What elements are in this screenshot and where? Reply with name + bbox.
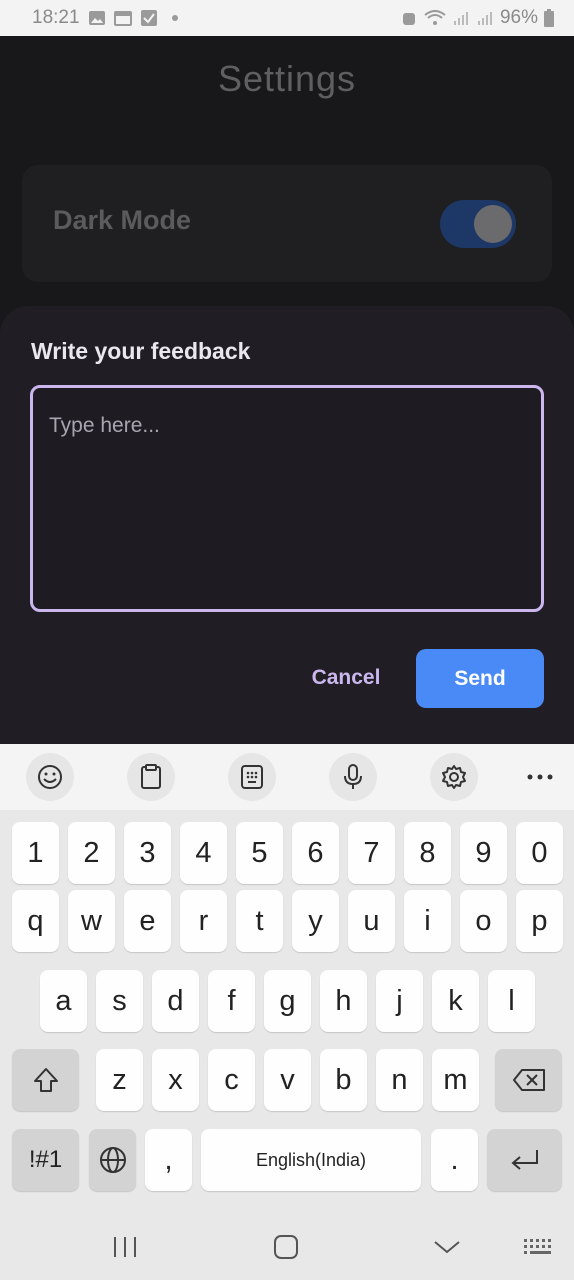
signal-icon — [453, 12, 468, 25]
enter-icon — [510, 1150, 538, 1170]
battery-percentage: 96% — [499, 7, 538, 28]
home-icon[interactable] — [266, 1230, 306, 1264]
key-1[interactable]: 1 — [12, 822, 59, 884]
key-z[interactable]: z — [96, 1049, 143, 1111]
checkbox-icon — [140, 10, 157, 26]
calendar-icon — [113, 11, 132, 26]
key-7[interactable]: 7 — [348, 822, 395, 884]
toggle-knob — [474, 205, 512, 243]
key-6[interactable]: 6 — [292, 822, 339, 884]
key-2[interactable]: 2 — [68, 822, 115, 884]
language-key[interactable] — [89, 1129, 136, 1191]
key-4[interactable]: 4 — [180, 822, 227, 884]
key-v[interactable]: v — [264, 1049, 311, 1111]
space-key[interactable]: English(India) — [201, 1129, 421, 1191]
key-b[interactable]: b — [320, 1049, 367, 1111]
backspace-key[interactable] — [495, 1049, 562, 1111]
key-w[interactable]: w — [68, 890, 115, 952]
key-s[interactable]: s — [96, 970, 143, 1032]
dark-mode-label: Dark Mode — [53, 205, 192, 235]
key-g[interactable]: g — [264, 970, 311, 1032]
more-icon[interactable] — [516, 753, 564, 801]
navigation-bar — [0, 1214, 574, 1280]
notification-dot-icon — [171, 15, 178, 21]
wifi-icon — [424, 10, 446, 25]
key-f[interactable]: f — [208, 970, 255, 1032]
dark-mode-card: Dark Mode — [22, 165, 552, 282]
microphone-icon[interactable] — [329, 753, 377, 801]
key-3[interactable]: 3 — [124, 822, 171, 884]
key-h[interactable]: h — [320, 970, 367, 1032]
key-a[interactable]: a — [40, 970, 87, 1032]
key-9[interactable]: 9 — [460, 822, 507, 884]
status-time: 18:21 — [32, 7, 80, 28]
battery-icon — [544, 9, 554, 27]
settings-screen: Settings Dark Mode Write your feedback C… — [0, 36, 574, 744]
signal-icon-2 — [477, 12, 492, 25]
keyboard-toolbar — [0, 744, 574, 810]
keyboard-icon[interactable] — [517, 1230, 557, 1264]
key-m[interactable]: m — [432, 1049, 479, 1111]
shift-icon — [33, 1068, 58, 1092]
backspace-icon — [512, 1069, 545, 1091]
keypad-icon[interactable] — [228, 753, 276, 801]
key-n[interactable]: n — [376, 1049, 423, 1111]
key-c[interactable]: c — [208, 1049, 255, 1111]
feedback-bottom-sheet: Write your feedback Cancel Send — [0, 306, 574, 744]
key-d[interactable]: d — [152, 970, 199, 1032]
enter-key[interactable] — [487, 1129, 562, 1191]
alarm-icon — [402, 13, 415, 25]
feedback-field-container — [30, 385, 544, 612]
globe-icon — [99, 1147, 126, 1173]
key-l[interactable]: l — [488, 970, 535, 1032]
key-r[interactable]: r — [180, 890, 227, 952]
emoji-icon[interactable] — [26, 753, 74, 801]
feedback-input[interactable] — [33, 388, 541, 609]
status-bar: 18:21 96% — [0, 0, 574, 36]
key-5[interactable]: 5 — [236, 822, 283, 884]
recents-icon[interactable] — [105, 1230, 145, 1264]
shift-key[interactable] — [12, 1049, 79, 1111]
key-comma[interactable]: , — [145, 1129, 192, 1191]
key-j[interactable]: j — [376, 970, 423, 1032]
page-title: Settings — [217, 58, 357, 99]
dark-mode-toggle[interactable] — [440, 200, 516, 248]
key-p[interactable]: p — [516, 890, 563, 952]
key-e[interactable]: e — [124, 890, 171, 952]
settings-icon[interactable] — [430, 753, 478, 801]
symbols-key[interactable]: !#1 — [12, 1129, 79, 1191]
key-t[interactable]: t — [236, 890, 283, 952]
keyboard: 1 2 3 4 5 6 7 8 9 0 q w e r t y u i o p a s d f g h j k l z x c v b n m !#1,… — [0, 744, 574, 1214]
clipboard-icon[interactable] — [127, 753, 175, 801]
key-x[interactable]: x — [152, 1049, 199, 1111]
back-icon[interactable] — [427, 1230, 467, 1264]
key-8[interactable]: 8 — [404, 822, 451, 884]
gallery-icon — [88, 11, 105, 25]
key-0[interactable]: 0 — [516, 822, 563, 884]
key-i[interactable]: i — [404, 890, 451, 952]
key-period[interactable]: . — [431, 1129, 478, 1191]
cancel-button[interactable]: Cancel — [296, 650, 396, 706]
key-u[interactable]: u — [348, 890, 395, 952]
key-q[interactable]: q — [12, 890, 59, 952]
key-o[interactable]: o — [460, 890, 507, 952]
key-y[interactable]: y — [292, 890, 339, 952]
feedback-title: Write your feedback — [31, 338, 251, 364]
send-button[interactable]: Send — [416, 649, 544, 708]
key-k[interactable]: k — [432, 970, 479, 1032]
